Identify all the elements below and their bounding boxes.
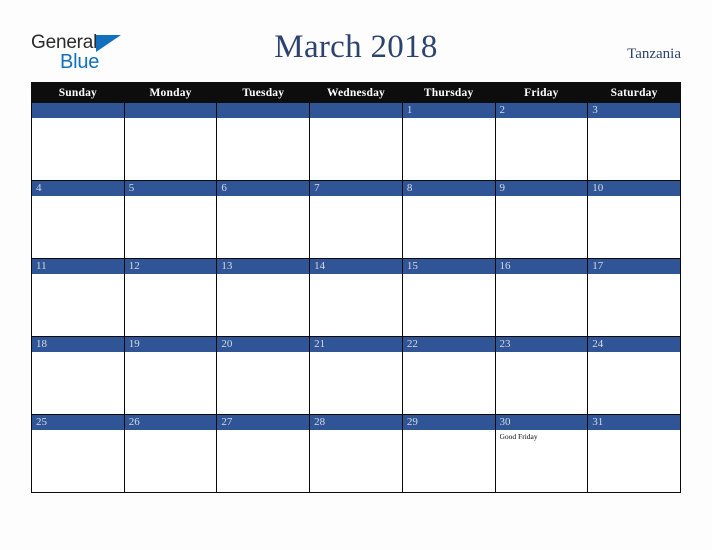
day-number: 27 [217, 415, 310, 430]
calendar-week-row: 18 19 20 21 22 23 24 [31, 336, 681, 415]
day-number: 9 [495, 181, 588, 196]
calendar-empty-cell[interactable] [309, 102, 403, 181]
day-number: 14 [310, 259, 402, 274]
day-number: 21 [310, 337, 402, 352]
calendar-day-cell[interactable]: 11 [31, 258, 125, 337]
calendar-day-cell[interactable]: 21 [309, 336, 403, 415]
calendar-day-cell[interactable]: 1 [401, 102, 496, 181]
event-label: Good Friday [499, 432, 538, 441]
day-events: Good Friday [496, 430, 588, 441]
day-number: 3 [588, 103, 680, 118]
calendar-day-cell[interactable]: 9 [494, 180, 589, 259]
day-number [124, 103, 217, 118]
day-header-saturday: Saturday [587, 82, 681, 103]
day-number [32, 103, 124, 118]
day-number: 13 [217, 259, 310, 274]
day-number: 7 [310, 181, 402, 196]
calendar-day-cell[interactable]: 29 [401, 414, 496, 493]
day-header-thursday: Thursday [401, 82, 496, 103]
day-header-wednesday: Wednesday [309, 82, 403, 103]
day-number: 6 [217, 181, 310, 196]
calendar-day-cell[interactable]: 7 [309, 180, 403, 259]
calendar-week-row: 4 5 6 7 8 9 10 [31, 180, 681, 259]
day-header-sunday: Sunday [31, 82, 125, 103]
day-number: 29 [402, 415, 495, 430]
calendar-day-cell[interactable]: 16 [494, 258, 589, 337]
day-number: 1 [402, 103, 495, 118]
day-number: 4 [32, 181, 124, 196]
calendar-day-cell[interactable]: 13 [216, 258, 311, 337]
day-header-friday: Friday [494, 82, 589, 103]
calendar-empty-cell[interactable] [123, 102, 218, 181]
calendar-day-cell[interactable]: 19 [123, 336, 218, 415]
calendar-day-cell[interactable]: 3 [587, 102, 681, 181]
calendar-day-cell[interactable]: 2 [494, 102, 589, 181]
day-number: 16 [495, 259, 588, 274]
calendar-day-cell[interactable]: 17 [587, 258, 681, 337]
calendar-day-cell[interactable]: 24 [587, 336, 681, 415]
day-number: 24 [588, 337, 680, 352]
calendar-day-cell[interactable]: 30 Good Friday [494, 414, 589, 493]
calendar-grid: Sunday Monday Tuesday Wednesday Thursday… [31, 82, 681, 493]
day-number: 20 [217, 337, 310, 352]
day-number [217, 103, 310, 118]
day-header-monday: Monday [123, 82, 218, 103]
day-number: 25 [32, 415, 124, 430]
day-number: 5 [124, 181, 217, 196]
day-number: 30 [495, 415, 588, 430]
calendar-empty-cell[interactable] [31, 102, 125, 181]
calendar-day-cell[interactable]: 28 [309, 414, 403, 493]
day-number: 28 [310, 415, 402, 430]
calendar-day-cell[interactable]: 10 [587, 180, 681, 259]
calendar-day-cell[interactable]: 20 [216, 336, 311, 415]
calendar-week-row: 123 [31, 102, 681, 181]
country-label: Tanzania [627, 46, 681, 62]
page-header: General Blue March 2018 Tanzania [0, 0, 712, 82]
day-header-tuesday: Tuesday [216, 82, 311, 103]
calendar-week-row: 11 12 13 14 15 16 17 [31, 258, 681, 337]
day-number: 19 [124, 337, 217, 352]
day-number: 18 [32, 337, 124, 352]
calendar-day-cell[interactable]: 27 [216, 414, 311, 493]
calendar-day-cell[interactable]: 22 [401, 336, 496, 415]
day-number: 23 [495, 337, 588, 352]
calendar-day-cell[interactable]: 25 [31, 414, 125, 493]
calendar-day-cell[interactable]: 15 [401, 258, 496, 337]
day-number: 17 [588, 259, 680, 274]
day-number: 11 [32, 259, 124, 274]
calendar-day-cell[interactable]: 4 [31, 180, 125, 259]
calendar-day-cell[interactable]: 18 [31, 336, 125, 415]
day-number: 12 [124, 259, 217, 274]
calendar-day-cell[interactable]: 14 [309, 258, 403, 337]
day-number: 22 [402, 337, 495, 352]
day-number: 10 [588, 181, 680, 196]
calendar-week-row: 25 26 27 28 29 30 Good Friday 31 [31, 414, 681, 493]
calendar-empty-cell[interactable] [216, 102, 311, 181]
day-number: 2 [495, 103, 588, 118]
day-number [310, 103, 402, 118]
day-number: 26 [124, 415, 217, 430]
day-number: 31 [588, 415, 680, 430]
calendar-day-cell[interactable]: 12 [123, 258, 218, 337]
calendar-day-cell[interactable]: 31 [587, 414, 681, 493]
calendar-day-cell[interactable]: 6 [216, 180, 311, 259]
calendar-day-cell[interactable]: 5 [123, 180, 218, 259]
day-of-week-header-row: Sunday Monday Tuesday Wednesday Thursday… [31, 82, 681, 103]
calendar-day-cell[interactable]: 23 [494, 336, 589, 415]
day-number: 15 [402, 259, 495, 274]
calendar-day-cell[interactable]: 26 [123, 414, 218, 493]
calendar-day-cell[interactable]: 8 [401, 180, 496, 259]
page-title: March 2018 [274, 29, 438, 65]
day-number: 8 [402, 181, 495, 196]
calendar-body: 1 2 3 4 5 6 7 8 9 10 11 12 13 14 15 16 17 18 19 20 21 22 23 24 2… [31, 102, 681, 493]
